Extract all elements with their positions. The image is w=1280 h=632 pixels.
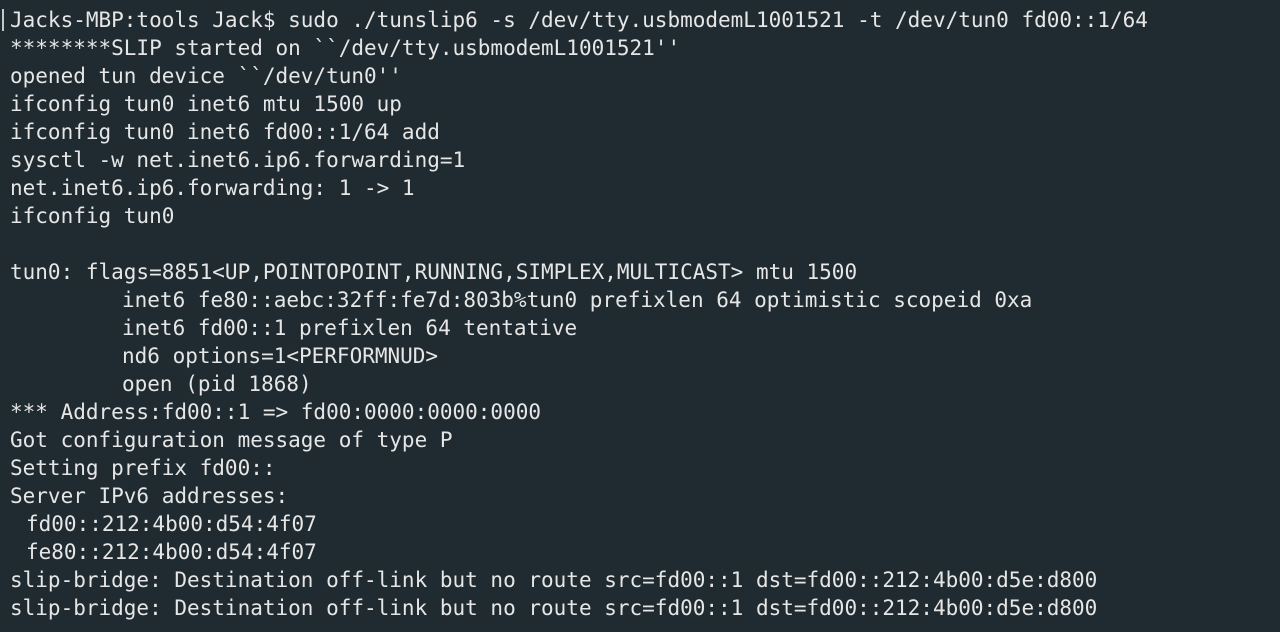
output-line: net.inet6.ip6.forwarding: 1 -> 1: [10, 176, 415, 200]
output-line: opened tun device ``/dev/tun0'': [10, 64, 402, 88]
text-cursor-marker: [2, 9, 4, 31]
output-line: ********SLIP started on ``/dev/tty.usbmo…: [10, 36, 681, 60]
output-line: fe80::212:4b00:d54:4f07: [26, 540, 317, 564]
output-line: ifconfig tun0 inet6 fd00::1/64 add: [10, 120, 440, 144]
output-line: inet6 fe80::aebc:32ff:fe7d:803b%tun0 pre…: [122, 288, 1033, 312]
output-line: ifconfig tun0 inet6 mtu 1500 up: [10, 92, 402, 116]
output-line: ifconfig tun0: [10, 204, 175, 228]
command-line: Jacks-MBP:tools Jack$ sudo ./tunslip6 -s…: [10, 8, 1148, 32]
output-line: slip-bridge: Destination off-link but no…: [10, 596, 1098, 620]
output-line: Got configuration message of type P: [10, 428, 453, 452]
output-line: nd6 options=1<PERFORMNUD>: [122, 344, 439, 368]
output-line: *** Address:fd00::1 => fd00:0000:0000:00…: [10, 400, 542, 424]
output-line: sysctl -w net.inet6.ip6.forwarding=1: [10, 148, 466, 172]
output-line: inet6 fd00::1 prefixlen 64 tentative: [122, 316, 578, 340]
output-line: Setting prefix fd00::: [10, 456, 276, 480]
output-line: slip-bridge: Destination off-link but no…: [10, 568, 1098, 592]
output-line: open (pid 1868): [122, 372, 312, 396]
output-line: tun0: flags=8851<UP,POINTOPOINT,RUNNING,…: [10, 260, 858, 284]
terminal-window[interactable]: Jacks-MBP:tools Jack$ sudo ./tunslip6 -s…: [0, 0, 1280, 632]
output-line: fd00::212:4b00:d54:4f07: [26, 512, 317, 536]
output-line: Server IPv6 addresses:: [10, 484, 289, 508]
